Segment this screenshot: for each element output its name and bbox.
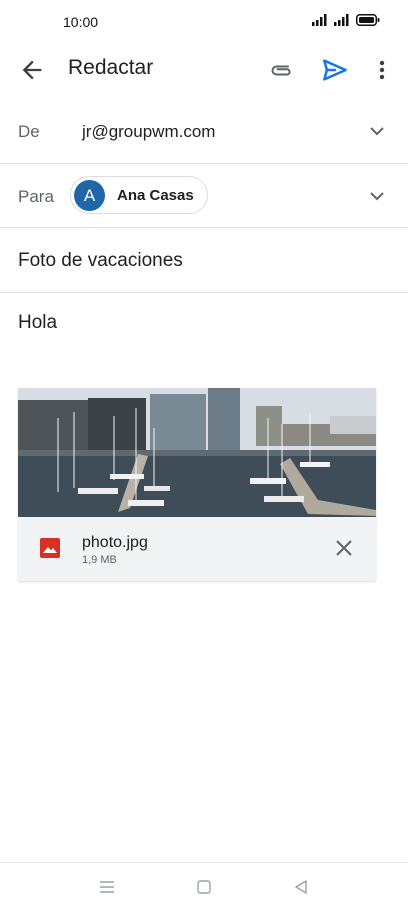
from-label: De <box>18 122 40 141</box>
attachment-file-size: 1,9 MB <box>82 554 117 566</box>
recipient-chip[interactable]: A Ana Casas <box>70 176 208 214</box>
subject-row[interactable]: Foto de vacaciones <box>0 228 408 293</box>
send-icon[interactable] <box>320 55 350 85</box>
status-icons <box>312 14 380 26</box>
from-row[interactable]: De jr@groupwm.com <box>0 100 408 164</box>
back-arrow-icon[interactable] <box>18 56 46 84</box>
back-triangle-icon[interactable] <box>293 879 309 895</box>
chevron-down-icon[interactable] <box>368 187 386 205</box>
image-icon <box>40 538 60 558</box>
close-icon[interactable] <box>334 538 354 558</box>
chevron-down-icon[interactable] <box>368 122 386 140</box>
from-address[interactable]: jr@groupwm.com <box>82 122 215 142</box>
menu-icon[interactable] <box>99 879 115 895</box>
page-title: Redactar <box>68 56 154 79</box>
signal-icon-secondary <box>334 14 349 26</box>
system-nav-bar <box>0 862 408 912</box>
paperclip-icon[interactable] <box>266 56 296 84</box>
app-bar: Redactar <box>0 44 408 96</box>
attachment-card[interactable]: photo.jpg 1,9 MB <box>18 388 376 581</box>
home-icon[interactable] <box>196 879 212 895</box>
photo-thumbnail[interactable] <box>18 388 376 517</box>
to-label: Para <box>18 187 54 206</box>
more-vert-icon[interactable] <box>372 56 392 84</box>
subject-field[interactable]: Foto de vacaciones <box>18 250 183 272</box>
avatar: A <box>74 180 105 211</box>
to-row[interactable]: Para A Ana Casas <box>0 164 408 228</box>
attachment-file-name: photo.jpg <box>82 534 148 551</box>
signal-icon <box>312 14 327 26</box>
status-time: 10:00 <box>63 14 99 30</box>
status-bar: 10:00 <box>0 0 408 44</box>
recipient-name: Ana Casas <box>117 187 194 204</box>
battery-icon <box>356 14 380 26</box>
body-field[interactable]: Hola <box>18 312 57 334</box>
